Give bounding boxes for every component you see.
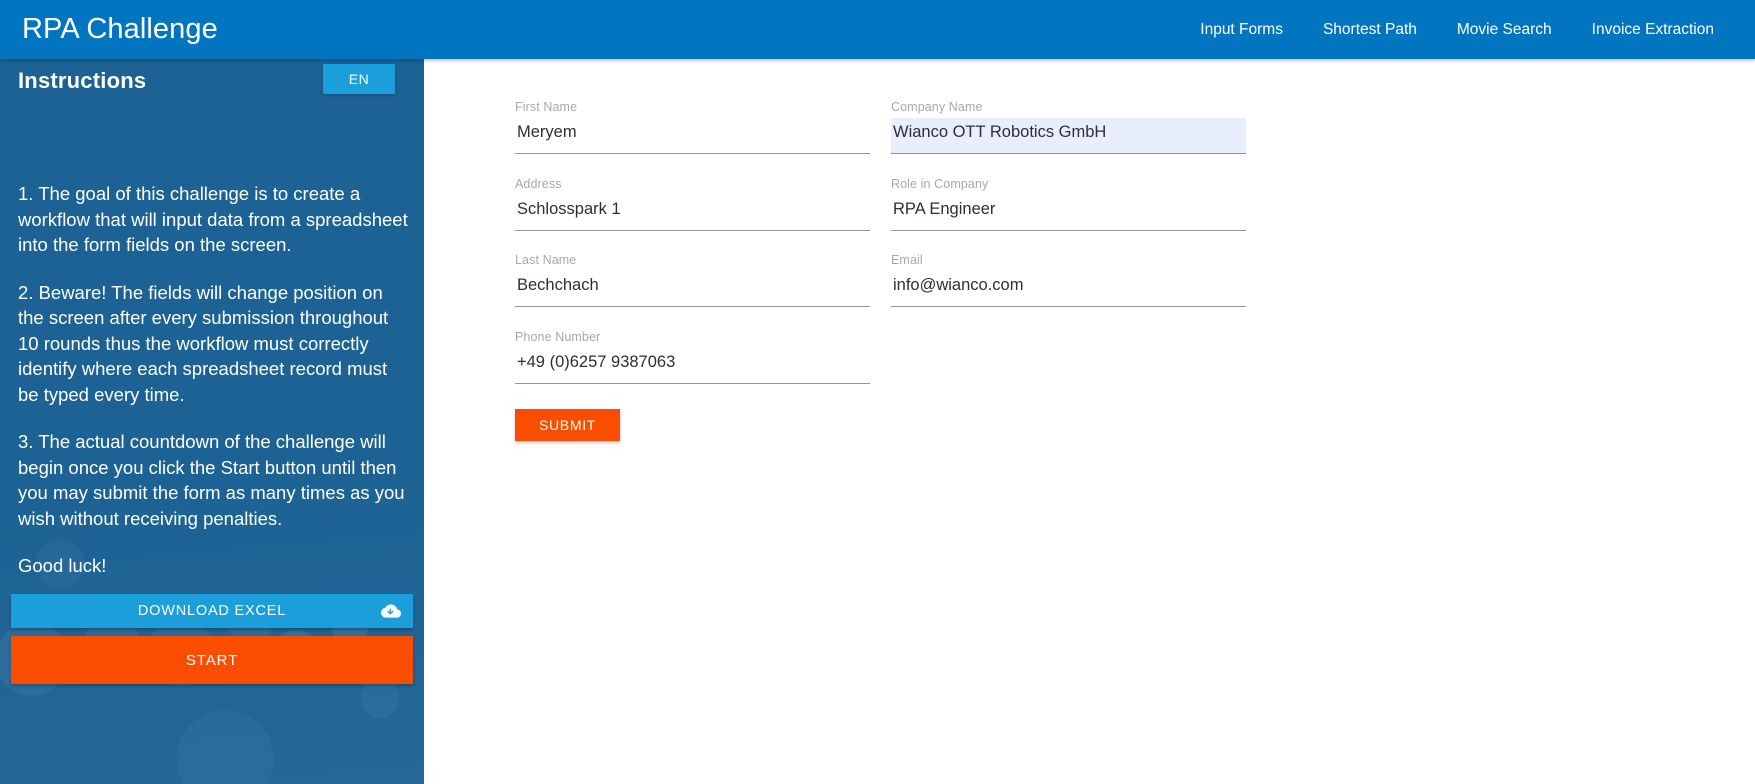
field-phone-number: Phone Number <box>515 329 870 384</box>
download-excel-label: DOWNLOAD EXCEL <box>138 603 286 619</box>
field-address: Address <box>515 176 870 231</box>
input-phone-number[interactable] <box>515 348 870 384</box>
cloud-download-icon <box>381 601 401 621</box>
input-role-in-company[interactable] <box>891 195 1246 231</box>
field-label-phone-number: Phone Number <box>515 329 870 345</box>
app-brand-title: RPA Challenge <box>22 15 218 44</box>
nav-link-shortest-path[interactable]: Shortest Path <box>1303 21 1437 39</box>
start-button[interactable]: START <box>11 636 413 684</box>
nav-link-movie-search[interactable]: Movie Search <box>1437 21 1572 39</box>
input-first-name[interactable] <box>515 118 870 154</box>
rpa-challenge-page: RPA Challenge Input Forms Shortest Path … <box>0 0 1755 784</box>
field-first-name: First Name <box>515 99 870 154</box>
submit-button[interactable]: SUBMIT <box>515 409 620 441</box>
instructions-sidebar: Instructions EN 1. The goal of this chal… <box>0 59 424 784</box>
instructions-heading: Instructions <box>18 68 146 94</box>
field-company-name: Company Name <box>891 99 1246 154</box>
form-column-left: First Name Address Last Name Phone Numbe… <box>515 99 870 405</box>
field-label-last-name: Last Name <box>515 252 870 268</box>
field-label-address: Address <box>515 176 870 192</box>
field-label-email: Email <box>891 252 1246 268</box>
field-last-name: Last Name <box>515 252 870 307</box>
top-navigation-bar: RPA Challenge Input Forms Shortest Path … <box>0 0 1755 59</box>
input-last-name[interactable] <box>515 271 870 307</box>
form-column-right: Company Name Role in Company Email <box>891 99 1246 329</box>
instructions-paragraph-1: 1. The goal of this challenge is to crea… <box>18 181 410 258</box>
language-toggle-button[interactable]: EN <box>323 64 395 94</box>
input-company-name[interactable] <box>891 118 1246 154</box>
nav-links: Input Forms Shortest Path Movie Search I… <box>1180 21 1734 39</box>
instructions-text: 1. The goal of this challenge is to crea… <box>18 181 410 579</box>
field-label-company-name: Company Name <box>891 99 1246 115</box>
download-excel-button[interactable]: DOWNLOAD EXCEL <box>11 594 413 628</box>
input-email[interactable] <box>891 271 1246 307</box>
field-label-role-in-company: Role in Company <box>891 176 1246 192</box>
instructions-paragraph-2: 2. Beware! The fields will change positi… <box>18 280 410 408</box>
input-address[interactable] <box>515 195 870 231</box>
field-role-in-company: Role in Company <box>891 176 1246 231</box>
instructions-paragraph-3: 3. The actual countdown of the challenge… <box>18 429 410 531</box>
nav-link-input-forms[interactable]: Input Forms <box>1180 21 1303 39</box>
field-label-first-name: First Name <box>515 99 870 115</box>
field-email: Email <box>891 252 1246 307</box>
nav-link-invoice-extraction[interactable]: Invoice Extraction <box>1572 21 1734 39</box>
instructions-good-luck: Good luck! <box>18 553 410 579</box>
form-area: First Name Address Last Name Phone Numbe… <box>424 59 1755 784</box>
